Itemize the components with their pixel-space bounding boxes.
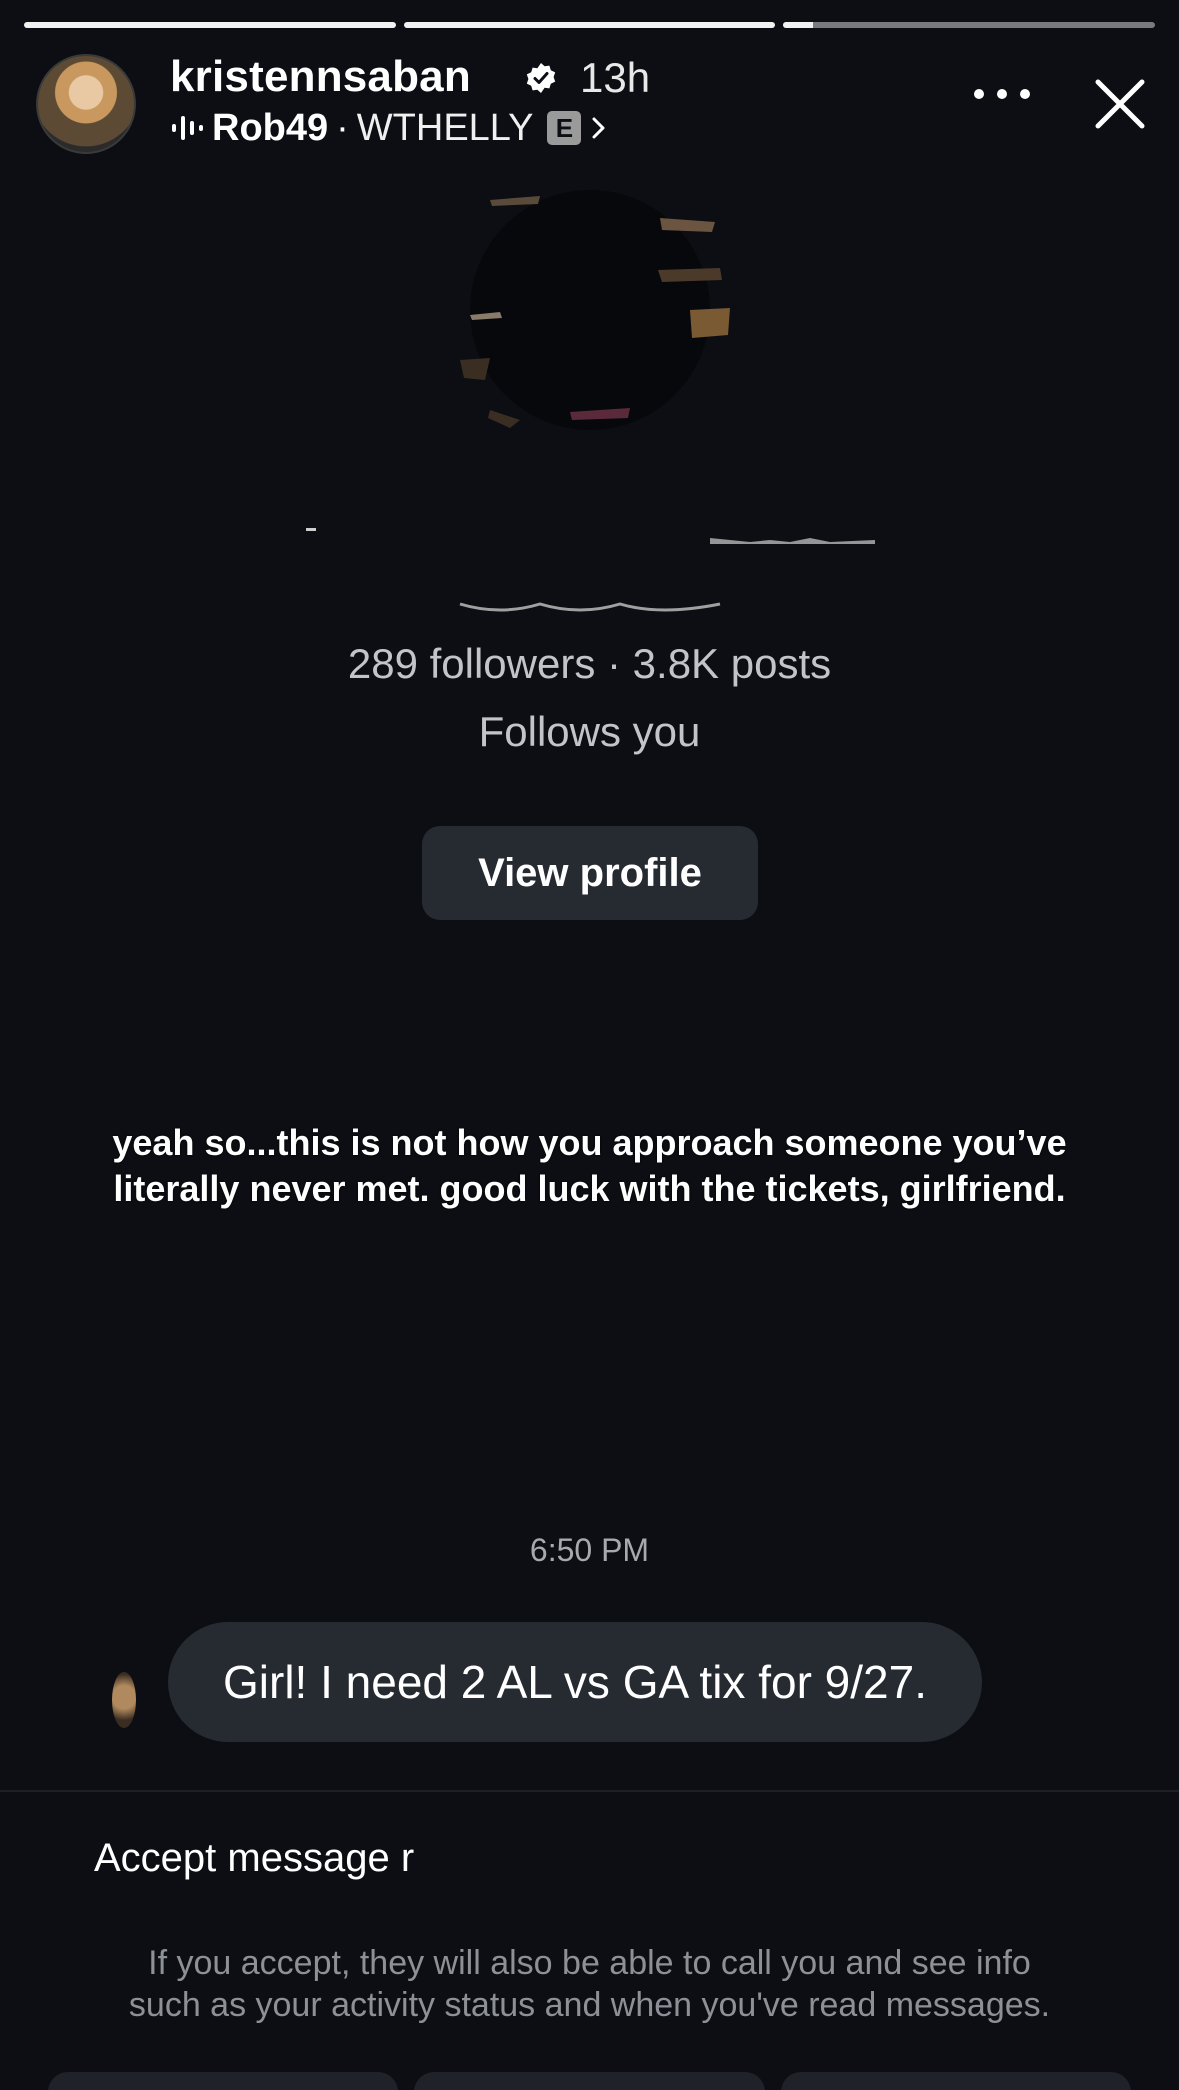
profile-name-obscured <box>306 528 875 544</box>
message-bubble[interactable]: Girl! I need 2 AL vs GA tix for 9/27. <box>168 1622 982 1742</box>
profile-handle-obscured <box>459 602 721 612</box>
audio-wave-icon <box>172 116 203 140</box>
message-timestamp: 6:50 PM <box>529 1532 650 1568</box>
accept-button[interactable] <box>780 2072 1131 2090</box>
music-artist: Rob49 <box>212 106 329 149</box>
progress-segment <box>783 22 1156 28</box>
redaction-tear <box>440 1908 580 1928</box>
caption-line: literally never met. good luck with the … <box>113 1168 1066 1209</box>
sender-avatar[interactable] <box>112 1672 136 1728</box>
info-line: such as your activity status and when yo… <box>128 1986 1051 2024</box>
more-icon[interactable] <box>974 82 1030 106</box>
info-line: If you accept, they will also be able to… <box>148 1944 1031 1982</box>
progress-fill <box>783 22 814 28</box>
accept-request-title: Accept message r <box>94 1836 415 1880</box>
verified-badge-icon <box>526 63 556 93</box>
redaction-tear <box>440 1852 1040 1900</box>
profile-stats: 289 followers · 3.8K posts <box>347 640 832 687</box>
music-separator: · <box>336 106 349 149</box>
progress-fill <box>24 22 396 28</box>
progress-fill <box>403 22 776 28</box>
request-actions <box>48 2072 1131 2090</box>
music-info[interactable]: Rob49 · WTHELLY E <box>170 106 609 150</box>
divider <box>0 1790 1179 1792</box>
follows-you-label: Follows you <box>478 708 701 755</box>
profile-picture <box>460 190 730 430</box>
close-icon[interactable] <box>1090 74 1150 134</box>
story-progress <box>24 22 1156 28</box>
story-caption: yeah so...this is not how you approach s… <box>20 1120 1159 1212</box>
view-profile-button[interactable]: View profile <box>422 826 758 920</box>
delete-button[interactable] <box>414 2072 765 2090</box>
explicit-badge: E <box>547 111 582 145</box>
accept-request-info: If you accept, they will also be able to… <box>0 1942 1179 2026</box>
block-button[interactable] <box>48 2072 399 2090</box>
progress-segment <box>24 22 396 28</box>
story-viewer: kristennsaban 13h Rob49 · WTHELLY E 289 … <box>0 0 1179 2090</box>
caption-line: yeah so...this is not how you approach s… <box>112 1122 1067 1163</box>
music-song: WTHELLY <box>356 106 534 149</box>
progress-segment <box>403 22 776 28</box>
story-time: 13h <box>580 54 651 101</box>
avatar[interactable] <box>36 54 136 154</box>
chevron-right-icon <box>592 117 605 139</box>
username[interactable]: kristennsaban <box>170 52 471 102</box>
